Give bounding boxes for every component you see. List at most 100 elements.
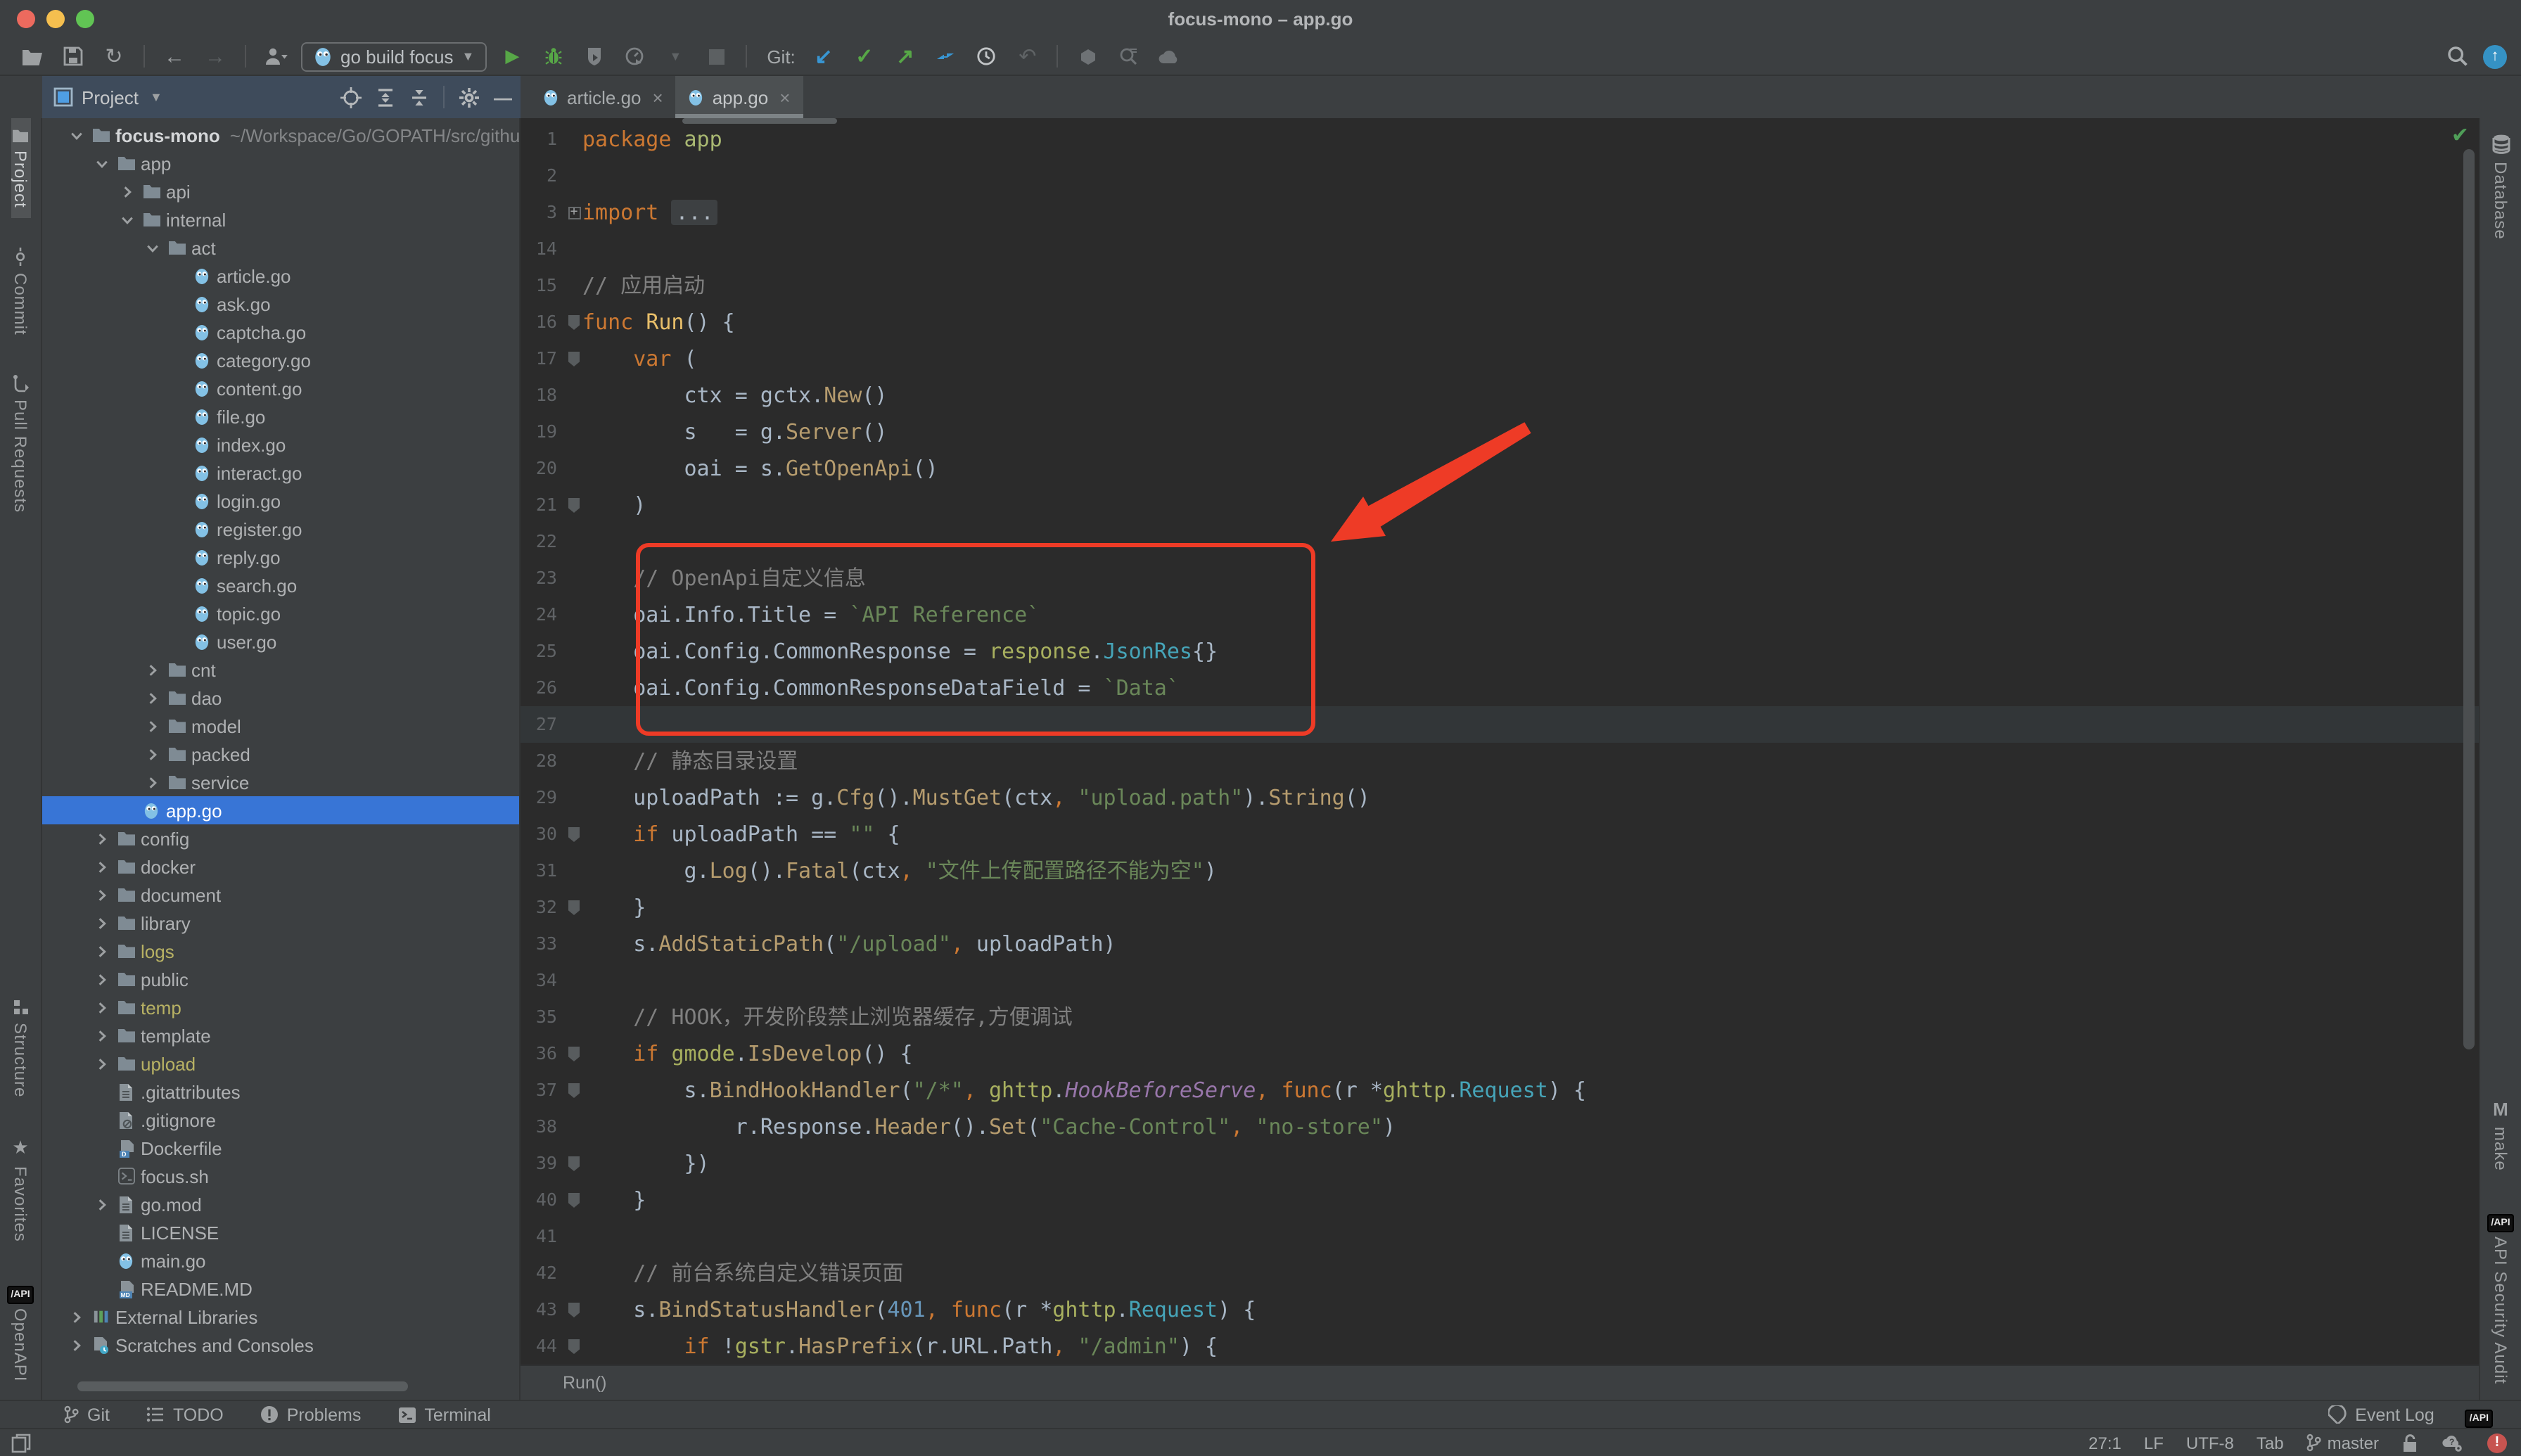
- tree-item-document[interactable]: document: [42, 881, 519, 909]
- code-line-21[interactable]: 21 ): [521, 487, 2479, 523]
- tree-item-cnt[interactable]: cnt: [42, 656, 519, 684]
- code-line-14[interactable]: 14: [521, 231, 2479, 267]
- tool-window-button-make[interactable]: Mmake: [2491, 1088, 2510, 1180]
- tree-item-file.go[interactable]: file.go: [42, 402, 519, 430]
- tree-item-.gitignore[interactable]: .gitignore: [42, 1106, 519, 1134]
- tool-window-button-problems[interactable]: Problems: [260, 1405, 362, 1424]
- chevron-right-icon[interactable]: [65, 1339, 89, 1351]
- code-line-1[interactable]: 1package app: [521, 121, 2479, 158]
- project-panel-title[interactable]: Project: [82, 87, 139, 108]
- hide-panel-icon[interactable]: —: [494, 87, 512, 108]
- forward-icon[interactable]: →: [200, 42, 231, 70]
- code-line-15[interactable]: 15// 应用启动: [521, 267, 2479, 304]
- tree-item-captcha.go[interactable]: captcha.go: [42, 318, 519, 346]
- code-line-18[interactable]: 18 ctx = gctx.New(): [521, 377, 2479, 414]
- search-everywhere-icon[interactable]: [2442, 42, 2473, 70]
- tree-item-search.go[interactable]: search.go: [42, 571, 519, 599]
- chevron-right-icon[interactable]: [90, 1029, 114, 1042]
- project-tree-hscrollbar[interactable]: [77, 1381, 408, 1391]
- tool-window-button-structure[interactable]: Structure: [11, 989, 30, 1107]
- tree-item-upload[interactable]: upload: [42, 1049, 519, 1078]
- tree-item-login.go[interactable]: login.go: [42, 487, 519, 515]
- tool-window-button-todo[interactable]: TODO: [146, 1405, 224, 1424]
- fold-end-icon[interactable]: [568, 497, 580, 513]
- chevron-right-icon[interactable]: [90, 832, 114, 845]
- fold-collapse-icon[interactable]: [568, 1302, 580, 1317]
- git-branch-widget[interactable]: master: [2306, 1433, 2379, 1452]
- chevron-right-icon[interactable]: [115, 185, 139, 198]
- tree-item-template[interactable]: template: [42, 1021, 519, 1049]
- editor-tab-article.go[interactable]: article.go×: [530, 76, 676, 118]
- open-folder-icon[interactable]: [17, 42, 48, 70]
- code-line-35[interactable]: 35 // HOOK，开发阶段禁止浏览器缓存,方便调试: [521, 999, 2479, 1035]
- fold-end-icon[interactable]: [568, 1156, 580, 1171]
- back-icon[interactable]: ←: [159, 42, 190, 70]
- git-commit-icon[interactable]: ✓: [849, 42, 880, 70]
- profiler-icon[interactable]: [619, 42, 650, 70]
- tree-item-content.go[interactable]: content.go: [42, 374, 519, 402]
- chevron-down-icon[interactable]: [90, 157, 114, 170]
- caret-position[interactable]: 27:1: [2088, 1433, 2121, 1452]
- tree-item-interact.go[interactable]: interact.go: [42, 459, 519, 487]
- code-line-37[interactable]: 37 s.BindHookHandler("/*", ghttp.HookBef…: [521, 1072, 2479, 1109]
- close-icon[interactable]: ×: [653, 87, 663, 108]
- code-line-20[interactable]: 20 oai = s.GetOpenApi(): [521, 450, 2479, 487]
- chevron-down-icon[interactable]: [65, 129, 89, 141]
- tool-window-button-favorites[interactable]: ★Favorites: [11, 1127, 30, 1252]
- chevron-right-icon[interactable]: [90, 888, 114, 901]
- chevron-right-icon[interactable]: [90, 945, 114, 957]
- indent-style[interactable]: Tab: [2257, 1433, 2284, 1452]
- tree-item-focus.sh[interactable]: focus.sh: [42, 1162, 519, 1190]
- rollback-icon[interactable]: ↶: [1012, 42, 1043, 70]
- fold-end-icon[interactable]: [568, 900, 580, 915]
- file-encoding[interactable]: UTF-8: [2186, 1433, 2234, 1452]
- shelve-icon[interactable]: [1073, 42, 1104, 70]
- update-notification-icon[interactable]: ↑: [2483, 44, 2507, 68]
- line-separator[interactable]: LF: [2144, 1433, 2164, 1452]
- fold-collapse-icon[interactable]: [568, 351, 580, 366]
- run-coverage-icon[interactable]: [578, 42, 609, 70]
- tree-item-model[interactable]: model: [42, 712, 519, 740]
- tree-item-register.go[interactable]: register.go: [42, 515, 519, 543]
- tree-item-config[interactable]: config: [42, 824, 519, 852]
- tree-item-app.go[interactable]: app.go: [42, 796, 519, 824]
- chevron-right-icon[interactable]: [65, 1310, 89, 1323]
- tree-item-category.go[interactable]: category.go: [42, 346, 519, 374]
- tree-item-reply.go[interactable]: reply.go: [42, 543, 519, 571]
- git-merge-icon[interactable]: [931, 42, 962, 70]
- tree-item-Dockerfile[interactable]: DDockerfile: [42, 1134, 519, 1162]
- code-line-39[interactable]: 39 }): [521, 1145, 2479, 1182]
- chevron-down-icon[interactable]: [141, 241, 165, 254]
- code-line-30[interactable]: 30 if uploadPath == "" {: [521, 816, 2479, 852]
- chevron-down-icon[interactable]: [115, 213, 139, 226]
- fold-collapse-icon[interactable]: [568, 1083, 580, 1098]
- code-line-40[interactable]: 40 }: [521, 1182, 2479, 1218]
- chevron-right-icon[interactable]: [90, 1057, 114, 1070]
- editor-tab-app.go[interactable]: app.go×: [676, 76, 803, 118]
- inspection-ok-icon[interactable]: ✔: [2451, 122, 2469, 148]
- tree-item-dao[interactable]: dao: [42, 684, 519, 712]
- tool-window-button-openapi[interactable]: /APIOpenAPI: [6, 1272, 34, 1391]
- tool-window-button-audit-problems[interactable]: /API: [2465, 1405, 2501, 1424]
- tool-window-button-database[interactable]: Database: [2491, 124, 2510, 250]
- tree-item-act[interactable]: act: [42, 234, 519, 262]
- cloud-settings-icon[interactable]: ?: [2441, 1433, 2465, 1452]
- tree-item-topic.go[interactable]: topic.go: [42, 599, 519, 627]
- fatal-error-indicator[interactable]: !: [2487, 1433, 2507, 1452]
- sync-icon[interactable]: ↻: [98, 42, 129, 70]
- tree-item-temp[interactable]: temp: [42, 993, 519, 1021]
- profiler-chevron-icon[interactable]: ▼: [660, 42, 691, 70]
- close-icon[interactable]: ×: [779, 87, 790, 108]
- code-line-34[interactable]: 34: [521, 962, 2479, 999]
- tree-item-go.mod[interactable]: go.mod: [42, 1190, 519, 1218]
- history-icon[interactable]: [971, 42, 1002, 70]
- tree-item-library[interactable]: library: [42, 909, 519, 937]
- code-line-38[interactable]: 38 r.Response.Header().Set("Cache-Contro…: [521, 1109, 2479, 1145]
- code-line-43[interactable]: 43 s.BindStatusHandler(401, func(r *ghtt…: [521, 1291, 2479, 1328]
- code-line-2[interactable]: 2: [521, 158, 2479, 194]
- git-push-icon[interactable]: ↗: [890, 42, 921, 70]
- code-editor[interactable]: 1package app23+import ...1415// 应用启动16fu…: [521, 118, 2479, 1365]
- tree-item-user.go[interactable]: user.go: [42, 627, 519, 656]
- lock-icon[interactable]: [2401, 1433, 2418, 1452]
- code-line-29[interactable]: 29 uploadPath := g.Cfg().MustGet(ctx, "u…: [521, 779, 2479, 816]
